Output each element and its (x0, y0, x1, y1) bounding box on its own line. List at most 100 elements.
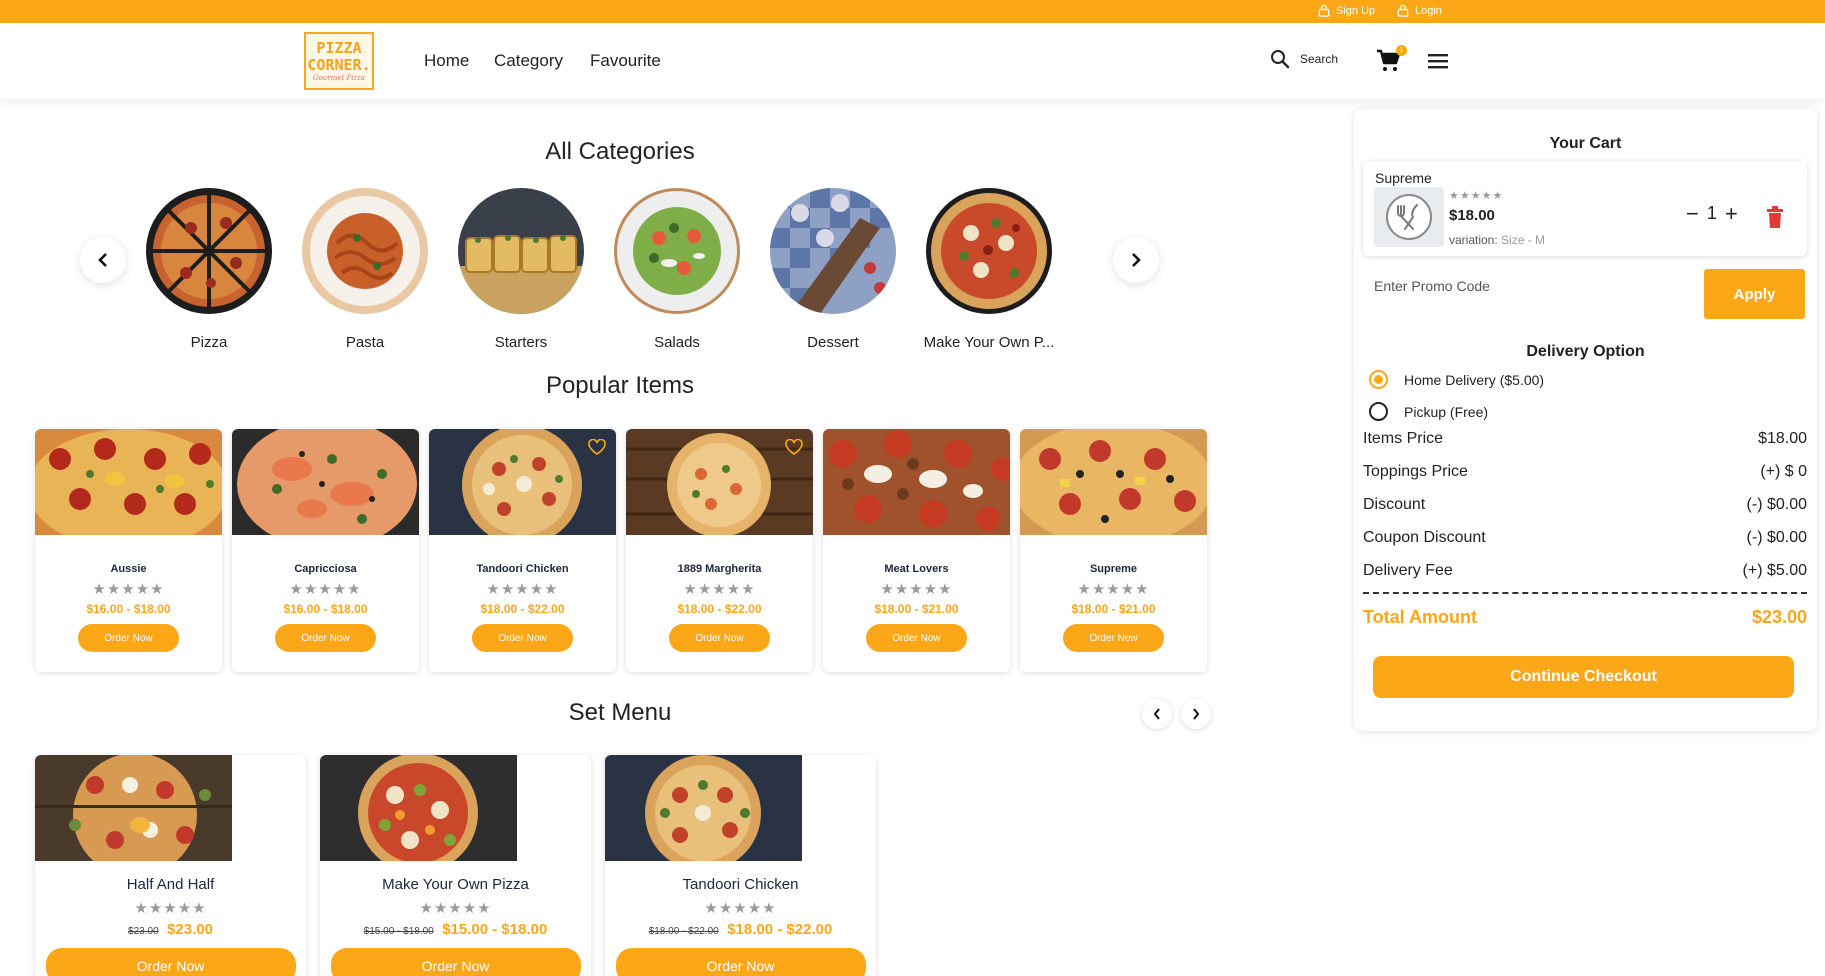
chevron-left-icon (1153, 708, 1160, 720)
rating-stars: ★★★★★ (92, 581, 165, 598)
set-menu-next-button[interactable] (1181, 699, 1211, 729)
category-label: Pizza (190, 334, 228, 351)
popular-item-image (232, 429, 419, 549)
set-menu-image (320, 755, 517, 873)
categories-next-button[interactable] (1113, 237, 1159, 283)
order-now-button[interactable]: Order Now (669, 624, 770, 652)
popular-item-price: $18.00 - $21.00 (1071, 602, 1156, 616)
delivery-option-pickup[interactable]: Pickup (Free) (1369, 402, 1488, 421)
set-menu-card[interactable]: Tandoori Chicken ★★★★★ $18.00 - $22.00 $… (605, 755, 876, 976)
login-link[interactable]: Login (1397, 4, 1442, 17)
delivery-option-home[interactable]: Home Delivery ($5.00) (1369, 370, 1544, 389)
summary-toppings-price: Toppings Price (+) $ 0 (1363, 463, 1807, 480)
category-dessert[interactable]: Dessert (763, 188, 903, 351)
set-menu-price-line: $15.00 - $18.00 $15.00 - $18.00 (320, 921, 591, 939)
category-pizza[interactable]: Pizza (139, 188, 279, 351)
set-menu-card[interactable]: Half And Half ★★★★★ $23.00 $23.00 Order … (35, 755, 306, 976)
radio-selected[interactable] (1369, 370, 1388, 389)
set-menu-price-line: $18.00 - $22.00 $18.00 - $22.00 (605, 921, 876, 939)
popular-item-card[interactable]: Supreme ★★★★★ $18.00 - $21.00 Order Now (1020, 429, 1207, 672)
cart-item-price: $18.00 (1449, 207, 1495, 224)
category-label: Dessert (807, 334, 859, 351)
continue-checkout-button[interactable]: Continue Checkout (1373, 656, 1794, 698)
hamburger-menu-icon[interactable] (1427, 51, 1449, 71)
search-label: Search (1300, 52, 1339, 66)
apply-promo-button[interactable]: Apply (1704, 269, 1805, 319)
radio-unselected[interactable] (1369, 402, 1388, 421)
category-image-dessert (770, 188, 896, 314)
order-now-button[interactable]: Order Now (330, 948, 581, 976)
order-now-button[interactable]: Order Now (1063, 624, 1164, 652)
popular-item-card[interactable]: Meat Lovers ★★★★★ $18.00 - $21.00 Order … (823, 429, 1010, 672)
total-amount-value: $23.00 (1751, 607, 1807, 627)
popular-item-name: 1889 Margherita (677, 563, 762, 575)
delivery-option-title: Delivery Option (1526, 343, 1645, 360)
quantity-value: 1 (1706, 203, 1717, 223)
category-pasta[interactable]: Pasta (295, 188, 435, 351)
site-logo[interactable]: PIZZA CORNER. Gourmet Pizza (304, 32, 374, 90)
popular-item-name: Tandoori Chicken (476, 563, 569, 575)
category-image-make-your-own-pizza (926, 188, 1052, 314)
rating-stars: ★★★★★ (486, 581, 559, 598)
set-menu-item-name: Half And Half (126, 876, 215, 893)
popular-item-card[interactable]: Tandoori Chicken ★★★★★ $18.00 - $22.00 O… (429, 429, 616, 672)
popular-item-card[interactable]: Capricciosa ★★★★★ $16.00 - $18.00 Order … (232, 429, 419, 672)
order-now-button[interactable]: Order Now (78, 624, 179, 652)
rating-stars: ★★★★★ (704, 900, 777, 917)
login-label: Login (1415, 4, 1442, 17)
logo-line-2: CORNER. (307, 56, 371, 74)
cart-item-name: Supreme (1375, 170, 1432, 186)
nav-category[interactable]: Category (494, 51, 563, 71)
order-now-button[interactable]: Order Now (45, 948, 296, 976)
order-now-button[interactable]: Order Now (866, 624, 967, 652)
favourite-heart-icon[interactable] (785, 439, 803, 455)
chevron-left-icon (98, 253, 107, 267)
order-now-button[interactable]: Order Now (615, 948, 866, 976)
cart-title: Your Cart (1549, 135, 1622, 152)
popular-item-image (1020, 429, 1207, 546)
category-starters[interactable]: Starters (451, 188, 591, 351)
popular-item-image (35, 429, 222, 549)
summary-delivery-fee: Delivery Fee (+) $5.00 (1363, 562, 1807, 579)
popular-item-price: $18.00 - $22.00 (480, 602, 565, 616)
category-make-your-own-pizza[interactable]: Make Your Own P... (919, 188, 1059, 351)
order-now-button[interactable]: Order Now (275, 624, 376, 652)
trash-icon[interactable] (1766, 206, 1784, 228)
popular-item-card[interactable]: 1889 Margherita ★★★★★ $18.00 - $22.00 Or… (626, 429, 813, 672)
nav-home[interactable]: Home (424, 51, 469, 71)
set-menu-old-price: $15.00 - $18.00 (363, 926, 434, 937)
logo-line-1: PIZZA (316, 39, 362, 57)
increase-quantity-button[interactable]: + (1725, 202, 1738, 224)
popular-item-price: $18.00 - $22.00 (677, 602, 762, 616)
popular-item-name: Aussie (110, 563, 147, 575)
cart-item: Supreme ★★★★★ $18.00 variation: Size - M… (1363, 161, 1807, 256)
category-salads[interactable]: Salads (607, 188, 747, 351)
category-image-salads (614, 188, 740, 314)
signup-link[interactable]: Sign Up (1318, 4, 1375, 17)
popular-item-name: Meat Lovers (884, 563, 949, 575)
logo-tagline: Gourmet Pizza (313, 74, 365, 82)
favourite-heart-icon[interactable] (588, 439, 606, 455)
header-search[interactable]: Search (1270, 49, 1338, 69)
rating-stars: ★★★★★ (419, 900, 492, 917)
site-header: PIZZA CORNER. Gourmet Pizza Home Categor… (0, 23, 1825, 99)
chevron-right-icon (1132, 253, 1141, 267)
set-menu-card[interactable]: Make Your Own Pizza ★★★★★ $15.00 - $18.0… (320, 755, 591, 976)
decrease-quantity-button[interactable]: − (1686, 202, 1699, 224)
categories-prev-button[interactable] (80, 237, 126, 283)
total-amount-label: Total Amount (1363, 607, 1477, 627)
cart-item-image (1374, 187, 1444, 247)
search-icon (1271, 50, 1290, 69)
popular-item-card[interactable]: Aussie ★★★★★ $16.00 - $18.00 Order Now (35, 429, 222, 672)
promo-code-input[interactable] (1374, 269, 1694, 303)
set-menu-image (605, 755, 802, 871)
rating-stars: ★★★★★ (683, 581, 756, 598)
order-now-button[interactable]: Order Now (472, 624, 573, 652)
set-menu-prev-button[interactable] (1142, 699, 1172, 729)
category-image-starters (458, 188, 584, 314)
variation-label: variation: (1449, 233, 1498, 247)
nav-favourite[interactable]: Favourite (590, 51, 661, 71)
set-menu-item-name: Make Your Own Pizza (382, 876, 529, 893)
category-image-pizza (146, 188, 272, 314)
category-label: Make Your Own P... (923, 334, 1055, 351)
